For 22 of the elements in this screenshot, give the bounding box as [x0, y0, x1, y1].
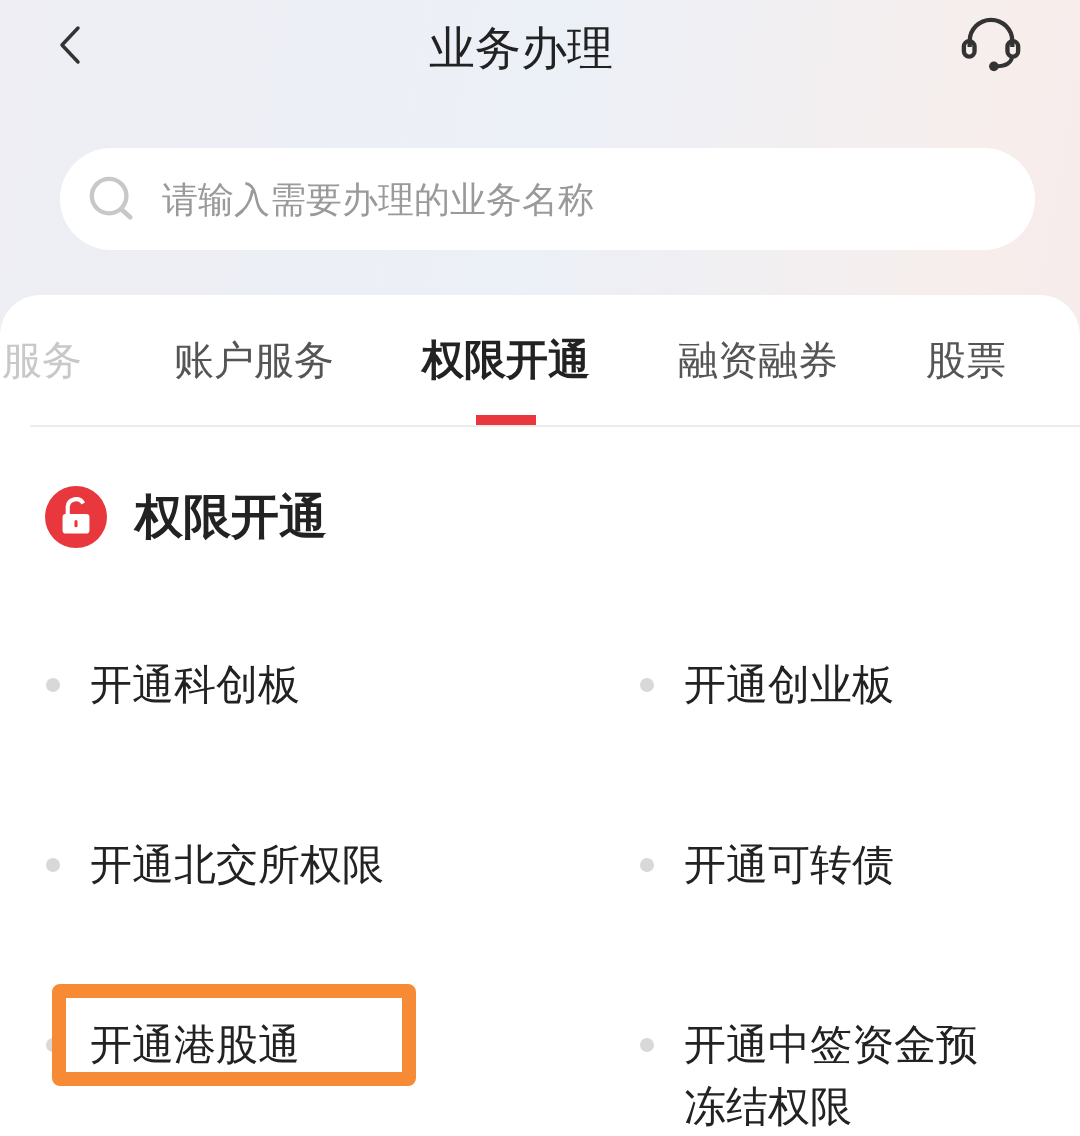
tab[interactable]: 融资融券 — [678, 295, 838, 425]
permission-link[interactable]: 开通中签资金预冻结权限 — [684, 1014, 994, 1136]
permission-link[interactable]: 开通科创板 — [90, 654, 300, 716]
tab[interactable]: 股票 — [926, 295, 1006, 425]
bullet-dot — [640, 1038, 654, 1052]
bullet-dot — [640, 678, 654, 692]
permission-link[interactable]: 开通创业板 — [684, 654, 894, 716]
tab[interactable]: 账户服务 — [174, 295, 334, 425]
permission-link[interactable]: 开通港股通 — [90, 1014, 300, 1076]
search-field[interactable]: 请输入需要办理的业务名称 — [60, 148, 1035, 250]
bullet-dot — [46, 858, 60, 872]
search-icon — [88, 175, 136, 223]
bullet-dot — [46, 678, 60, 692]
unlock-icon — [45, 486, 107, 548]
permission-link[interactable]: 开通北交所权限 — [90, 834, 384, 896]
search-input[interactable]: 请输入需要办理的业务名称 — [160, 177, 1007, 221]
back-icon[interactable] — [58, 25, 82, 65]
page-title: 业务办理 — [429, 20, 613, 77]
bullet-dot — [640, 858, 654, 872]
permission-link[interactable]: 开通可转债 — [684, 834, 894, 896]
section-title: 权限开通 — [135, 487, 327, 546]
tab[interactable]: 权限开通 — [422, 295, 590, 425]
